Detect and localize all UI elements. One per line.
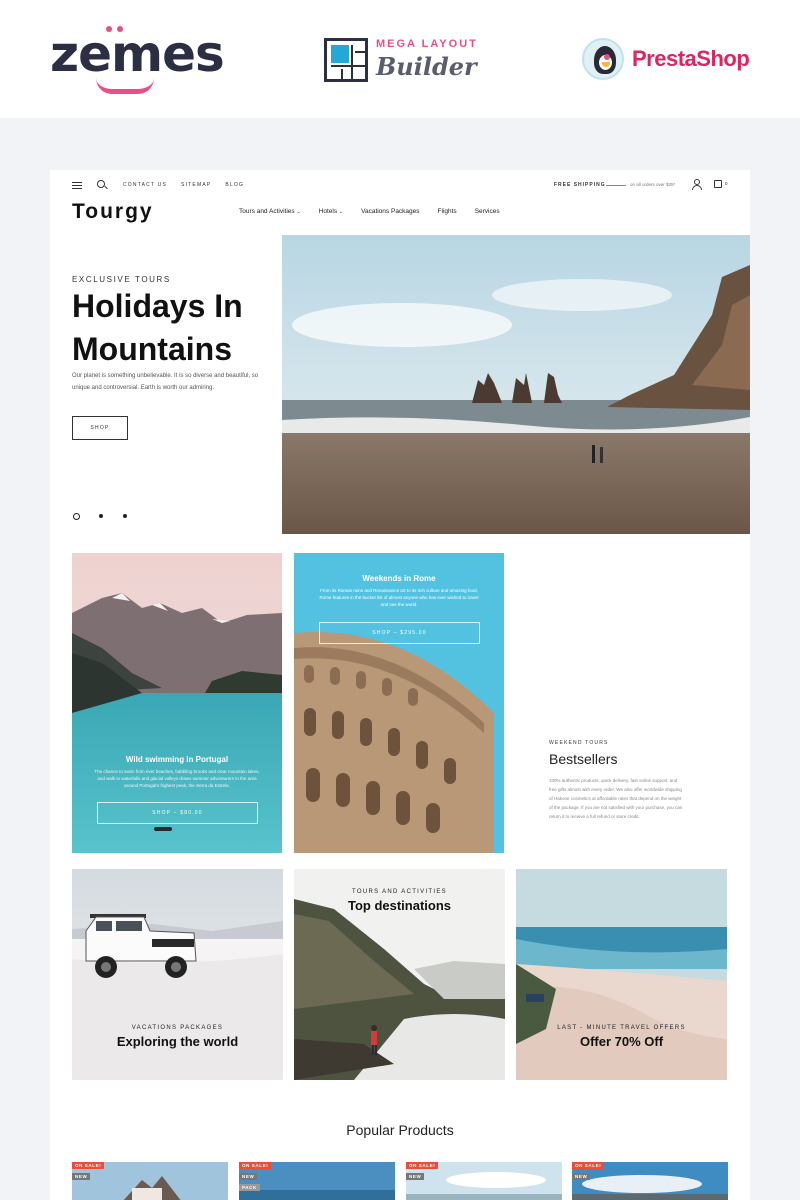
cart-count: 0 — [725, 181, 728, 186]
top-links: CONTACT US SITEMAP BLOG — [123, 182, 244, 188]
free-shipping-label: FREE SHIPPING — [554, 182, 606, 188]
badge-new: NEW — [406, 1173, 425, 1180]
world-kicker: VACATIONS PACKAGES — [131, 1025, 224, 1031]
tile-portugal[interactable]: Wild swimming in Portugal The chance to … — [72, 553, 282, 853]
tile-offer[interactable]: LAST - MINUTE TRAVEL OFFERS Offer 70% Of… — [516, 869, 727, 1080]
prestashop-label: PrestaShop — [632, 46, 750, 71]
zemes-logo: zemes — [50, 22, 225, 94]
offer-title: Offer 70% Off — [579, 1034, 664, 1049]
offer-kicker: LAST - MINUTE TRAVEL OFFERS — [557, 1025, 686, 1031]
badge-on-sale: ON SALE! — [406, 1162, 439, 1169]
chevron-down-icon: ⌄ — [296, 209, 301, 215]
top-link-blog[interactable]: BLOG — [225, 182, 244, 188]
hero-image-beach — [282, 235, 750, 534]
destinations-caption: TOURS AND ACTIVITIES Top destinations — [294, 889, 505, 913]
top-link-contact[interactable]: CONTACT US — [123, 182, 167, 188]
world-caption: VACATIONS PACKAGES Exploring the world — [72, 1025, 283, 1049]
top-link-sitemap[interactable]: SITEMAP — [181, 182, 211, 188]
world-title: Exploring the world — [116, 1034, 239, 1049]
offer-caption: LAST - MINUTE TRAVEL OFFERS Offer 70% Of… — [516, 1025, 727, 1049]
bestsellers-text: 100% authentic products, quick delivery,… — [549, 778, 683, 819]
mega-layout-label: MEGA LAYOUT — [376, 38, 478, 50]
slider-dot-2[interactable] — [99, 514, 103, 518]
builder-label: Builder — [376, 52, 477, 81]
rome-title: Weekends in Rome — [362, 574, 436, 583]
badge-pack: PACK — [239, 1184, 260, 1191]
search-icon[interactable] — [97, 180, 105, 188]
nav-item-flights[interactable]: Flights — [438, 208, 457, 215]
bag-icon[interactable] — [714, 180, 722, 188]
bestsellers-kicker: WEEKEND TOURS — [549, 740, 609, 746]
tile-exploring-world[interactable]: VACATIONS PACKAGES Exploring the world — [72, 869, 283, 1080]
slider-dot-1[interactable] — [73, 513, 80, 520]
menu-icon[interactable] — [72, 182, 82, 189]
destinations-kicker: TOURS AND ACTIVITIES — [352, 889, 447, 895]
nav-item-hotels[interactable]: Hotels ⌄ — [319, 208, 343, 215]
mega-layout-builder-logo: MEGA LAYOUT Builder — [324, 36, 484, 86]
portugal-title: Wild swimming in Portugal — [125, 755, 229, 764]
portugal-shop-button[interactable]: SHOP – $80.00 — [97, 802, 258, 824]
layout-grid-icon — [324, 38, 368, 82]
hero-title: Holidays In Mountains — [72, 288, 243, 367]
slider-dots — [73, 513, 133, 521]
badge-on-sale: ON SALE! — [239, 1162, 272, 1169]
rome-text: From its Roman ruins and Renaissance art… — [319, 588, 479, 607]
badge-new: NEW — [239, 1173, 258, 1180]
hero-shop-button[interactable]: SHOP — [72, 416, 128, 440]
tile-rome[interactable]: Weekends in Rome From its Roman ruins an… — [294, 553, 504, 853]
zemes-logo-text: zemes — [50, 25, 225, 83]
badge-new: NEW — [572, 1173, 591, 1180]
hero-text: Our planet is something unbelievable. It… — [72, 373, 259, 391]
free-shipping-note: on all orders over $25* — [630, 182, 676, 187]
portugal-text: The chance to swim from river beaches, b… — [94, 769, 260, 788]
product-card[interactable]: ON SALE! NEW — [406, 1162, 562, 1200]
slider-dot-3[interactable] — [123, 514, 127, 518]
puffin-icon — [582, 38, 624, 80]
site-logo[interactable]: Tourgy — [72, 200, 154, 224]
badge-on-sale: ON SALE! — [72, 1162, 105, 1169]
popular-products-title: Popular Products — [346, 1122, 454, 1138]
hero-kicker: EXCLUSIVE TOURS — [72, 275, 171, 284]
bestsellers-title[interactable]: Bestsellers — [549, 751, 617, 767]
zemes-logo-dots — [106, 26, 124, 32]
badge-on-sale: ON SALE! — [572, 1162, 605, 1169]
main-nav: Tours and Activities ⌄ Hotels ⌄ Vacation… — [239, 208, 500, 215]
nav-item-services[interactable]: Services — [475, 208, 500, 215]
top-bar: CONTACT US SITEMAP BLOG FREE SHIPPING on… — [50, 170, 750, 200]
product-card[interactable]: ON SALE! NEW — [572, 1162, 728, 1200]
portugal-caption: Wild swimming in Portugal The chance to … — [72, 755, 282, 789]
promo-banner: zemes MEGA LAYOUT Builder PrestaShop — [0, 0, 800, 118]
badge-new: NEW — [72, 1173, 91, 1180]
zemes-logo-smile — [96, 78, 154, 94]
user-icon[interactable] — [692, 179, 702, 190]
product-card[interactable]: ON SALE! NEW — [72, 1162, 228, 1200]
nav-item-tours[interactable]: Tours and Activities ⌄ — [239, 208, 301, 215]
chevron-down-icon: ⌄ — [338, 209, 344, 215]
site-preview: CONTACT US SITEMAP BLOG FREE SHIPPING on… — [50, 170, 750, 1200]
tile-top-destinations[interactable]: TOURS AND ACTIVITIES Top destinations — [294, 869, 505, 1080]
nav-item-vacations[interactable]: Vacations Packages — [361, 208, 419, 215]
prestashop-logo: PrestaShop — [582, 38, 752, 82]
divider — [606, 185, 626, 186]
rome-caption: Weekends in Rome From its Roman ruins an… — [294, 574, 504, 608]
product-card[interactable]: ON SALE! NEW PACK — [239, 1162, 395, 1200]
destinations-title: Top destinations — [347, 898, 452, 913]
rome-shop-button[interactable]: SHOP – $295.00 — [319, 622, 480, 644]
